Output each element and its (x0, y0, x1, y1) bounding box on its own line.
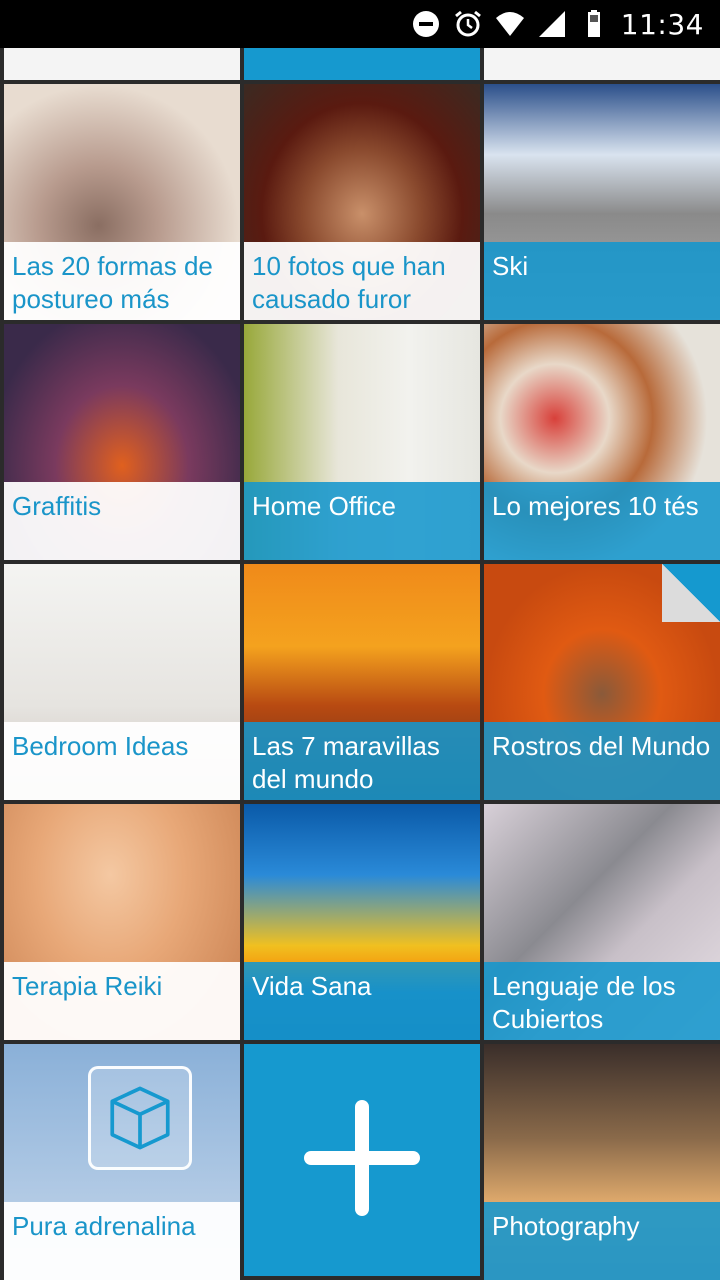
tile-reiki[interactable]: Terapia Reiki (4, 804, 240, 1040)
page-fold-icon (662, 564, 720, 622)
tile-label: Ski (484, 242, 720, 320)
tile-label: 10 fotos que han causado furor (244, 242, 480, 320)
tile-graffitis[interactable]: Graffitis (4, 324, 240, 560)
battery-icon (579, 9, 609, 39)
tile-label: Terapia Reiki (4, 962, 240, 1040)
tile-label: Las 7 maravillas del mundo (244, 722, 480, 800)
tile-postureo[interactable]: Las 20 formas de postureo más (4, 84, 240, 320)
do-not-disturb-icon (411, 9, 441, 39)
add-board-button[interactable] (244, 1044, 480, 1276)
tile-label: Bedroom Ideas (4, 722, 240, 800)
tile-label: Pura adrenalina (4, 1202, 240, 1280)
alarm-icon (453, 9, 483, 39)
status-bar: 11:34 (0, 0, 720, 48)
tile-label: Vida Sana (244, 962, 480, 1040)
wifi-icon (495, 9, 525, 39)
tile-tes[interactable]: Lo mejores 10 tés (484, 324, 720, 560)
partial-tile[interactable] (4, 48, 240, 80)
tile-home-office[interactable]: Home Office (244, 324, 480, 560)
tile-label: Las 20 formas de postureo más (4, 242, 240, 320)
tile-label: Graffitis (4, 482, 240, 560)
tile-label: Photography (484, 1202, 720, 1280)
tile-label: Home Office (244, 482, 480, 560)
plus-icon (302, 1098, 422, 1223)
tile-label: Lo mejores 10 tés (484, 482, 720, 560)
tile-ski[interactable]: Ski (484, 84, 720, 320)
partial-tile[interactable] (484, 48, 720, 80)
tile-label: Lenguaje de los Cubiertos (484, 962, 720, 1040)
tile-rostros[interactable]: Rostros del Mundo (484, 564, 720, 800)
tile-cubiertos[interactable]: Lenguaje de los Cubiertos (484, 804, 720, 1040)
signal-icon (537, 9, 567, 39)
tile-photography[interactable]: Photography (484, 1044, 720, 1280)
clock: 11:34 (620, 7, 704, 41)
tile-label: Rostros del Mundo (484, 722, 720, 800)
partial-tile[interactable] (244, 48, 480, 80)
cube-icon[interactable] (88, 1066, 192, 1170)
tile-bedroom[interactable]: Bedroom Ideas (4, 564, 240, 800)
tile-vida-sana[interactable]: Vida Sana (244, 804, 480, 1040)
tile-maravillas[interactable]: Las 7 maravillas del mundo (244, 564, 480, 800)
tile-fotos-furor[interactable]: 10 fotos que han causado furor (244, 84, 480, 320)
